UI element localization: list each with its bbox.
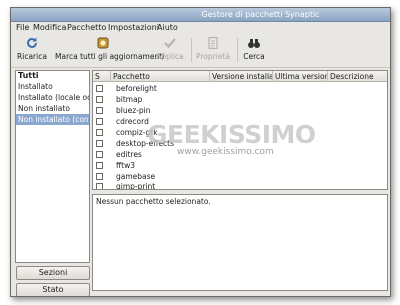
properties-button[interactable]: Proprietà: [195, 36, 231, 66]
column-package[interactable]: Pacchetto: [111, 71, 210, 82]
status-checkbox[interactable]: [96, 107, 103, 114]
table-row[interactable]: bluez-pin: [93, 105, 387, 116]
status-checkbox[interactable]: [96, 85, 103, 92]
reload-label: Ricarica: [17, 52, 47, 61]
table-row[interactable]: compiz-gtk: [93, 127, 387, 138]
mark-all-label: Marca tutti gli aggiornamenti: [55, 52, 165, 61]
properties-label: Proprietà: [196, 52, 230, 61]
column-latest-version[interactable]: Ultima versione: [273, 71, 328, 82]
package-name: beforelight: [116, 84, 157, 93]
filter-item-not-installed-config[interactable]: Non installato (configu: [16, 114, 89, 125]
package-name: bitmap: [116, 95, 143, 104]
toolbar-separator: [237, 38, 238, 62]
title-bar: Gestore di pacchetti Synaptic: [11, 8, 390, 22]
filter-item-installed[interactable]: Installato: [16, 81, 89, 92]
package-name: desktop-effects: [116, 139, 174, 148]
sections-button[interactable]: Sezioni: [16, 266, 90, 280]
package-name: bluez-pin: [116, 106, 151, 115]
table-row[interactable]: gimp-print: [93, 181, 387, 190]
status-checkbox[interactable]: [96, 183, 103, 189]
synaptic-window: Gestore di pacchetti Synaptic File Modif…: [10, 7, 391, 297]
table-row[interactable]: desktop-effects: [93, 138, 387, 149]
table-row[interactable]: cdrecord: [93, 116, 387, 127]
binoculars-icon: [248, 39, 260, 48]
upgrade-icon: [97, 37, 109, 49]
filter-sidebar: Tutti Installato Installato (locale od o…: [15, 70, 90, 263]
reload-icon: [27, 37, 37, 48]
status-checkbox[interactable]: [96, 129, 103, 136]
status-checkbox[interactable]: [96, 118, 103, 125]
menu-aiuto[interactable]: Aiuto: [157, 23, 178, 32]
package-name: editres: [116, 150, 142, 159]
filter-item-not-installed[interactable]: Non installato: [16, 103, 89, 114]
menu-impostazioni[interactable]: Impostazioni: [108, 23, 159, 32]
menu-file[interactable]: File: [16, 23, 29, 32]
menu-modifica[interactable]: Modifica: [33, 23, 66, 32]
menu-bar: File Modifica Pacchetto Impostazioni Aiu…: [11, 22, 390, 34]
package-name: fftw3: [116, 161, 136, 170]
reload-button[interactable]: Ricarica: [15, 36, 49, 66]
column-installed-version[interactable]: Versione installata: [210, 71, 273, 82]
column-description[interactable]: Descrizione: [328, 71, 387, 82]
toolbar-separator: [191, 38, 192, 62]
toolbar: Ricarica Marca tutti gli aggiornamenti A…: [11, 34, 390, 68]
menu-pacchetto[interactable]: Pacchetto: [67, 23, 106, 32]
filter-header: Tutti: [18, 71, 39, 80]
package-name: compiz-gtk: [116, 128, 158, 137]
status-button[interactable]: Stato: [16, 283, 90, 296]
description-text: Nessun pacchetto selezionato.: [96, 197, 211, 206]
window-title: Gestore di pacchetti Synaptic: [201, 10, 320, 19]
table-row[interactable]: editres: [93, 149, 387, 160]
check-icon: [164, 38, 176, 49]
status-checkbox[interactable]: [96, 140, 103, 147]
apply-label: Applica: [156, 52, 184, 61]
search-label: Cerca: [243, 52, 265, 61]
apply-button[interactable]: Applica: [155, 36, 185, 66]
package-list-header: S Pacchetto Versione installata Ultima v…: [93, 71, 387, 82]
status-checkbox[interactable]: [96, 162, 103, 169]
status-checkbox[interactable]: [96, 96, 103, 103]
search-button[interactable]: Cerca: [241, 36, 267, 66]
filter-item-installed-local[interactable]: Installato (locale od ob: [16, 92, 89, 103]
status-checkbox[interactable]: [96, 173, 103, 180]
mark-all-upgrades-button[interactable]: Marca tutti gli aggiornamenti: [55, 36, 164, 66]
table-row[interactable]: fftw3: [93, 160, 387, 171]
table-row[interactable]: bitmap: [93, 94, 387, 105]
column-status[interactable]: S: [93, 71, 111, 82]
table-row[interactable]: beforelight: [93, 83, 387, 94]
package-name: cdrecord: [116, 117, 149, 126]
properties-icon: [208, 36, 218, 50]
description-panel: Nessun pacchetto selezionato.: [92, 194, 388, 291]
package-list: S Pacchetto Versione installata Ultima v…: [92, 70, 388, 190]
package-name: gimp-print: [116, 182, 156, 190]
status-checkbox[interactable]: [96, 151, 103, 158]
